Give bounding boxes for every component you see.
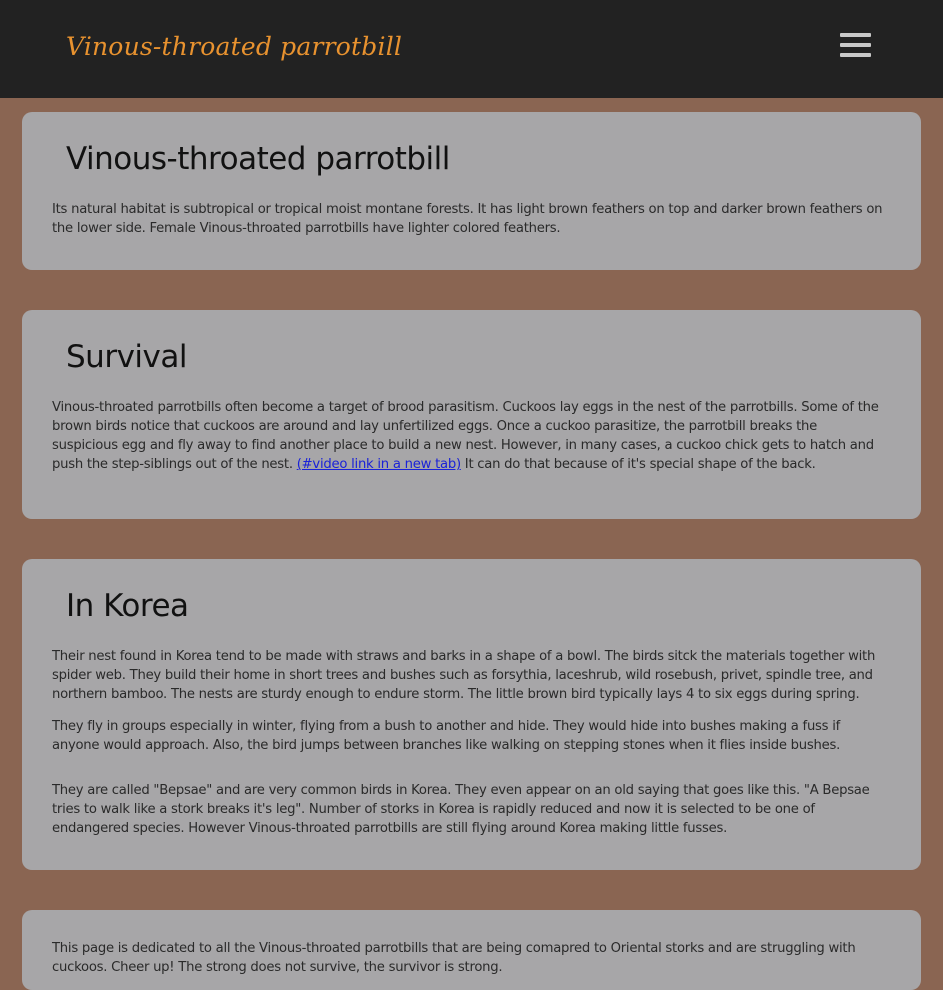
section-paragraph: This page is dedicated to all the Vinous… [52,941,856,975]
menu-bar [840,53,871,57]
menu-bar [840,33,871,37]
section-heading: In Korea [66,588,189,624]
paragraph-text: It can do that because of it's special s… [460,457,816,472]
site-title[interactable]: Vinous-throated parrotbill [66,32,402,61]
section-paragraph: They fly in groups especially in winter,… [52,719,841,753]
section-heading: Vinous-throated parrotbill [66,141,450,177]
section-heading: Survival [66,339,187,375]
video-link[interactable]: (#video link in a new tab) [297,457,461,472]
intro-section: Vinous-throated parrotbill Its natural h… [22,112,921,270]
korea-section: In Korea Their nest found in Korea tend … [22,559,921,870]
survival-section: Survival Vinous-throated parrotbills oft… [22,310,921,519]
section-paragraph: Their nest found in Korea tend to be mad… [52,649,876,702]
dedication-section: This page is dedicated to all the Vinous… [22,910,921,990]
hamburger-menu-icon[interactable] [836,30,874,60]
section-paragraph: Its natural habitat is subtropical or tr… [52,202,883,236]
menu-bar [840,43,871,47]
section-paragraph: They are called "Bepsae" and are very co… [52,783,870,836]
site-header: Vinous-throated parrotbill [0,0,943,98]
section-paragraph: Vinous-throated parrotbills often become… [52,398,885,474]
